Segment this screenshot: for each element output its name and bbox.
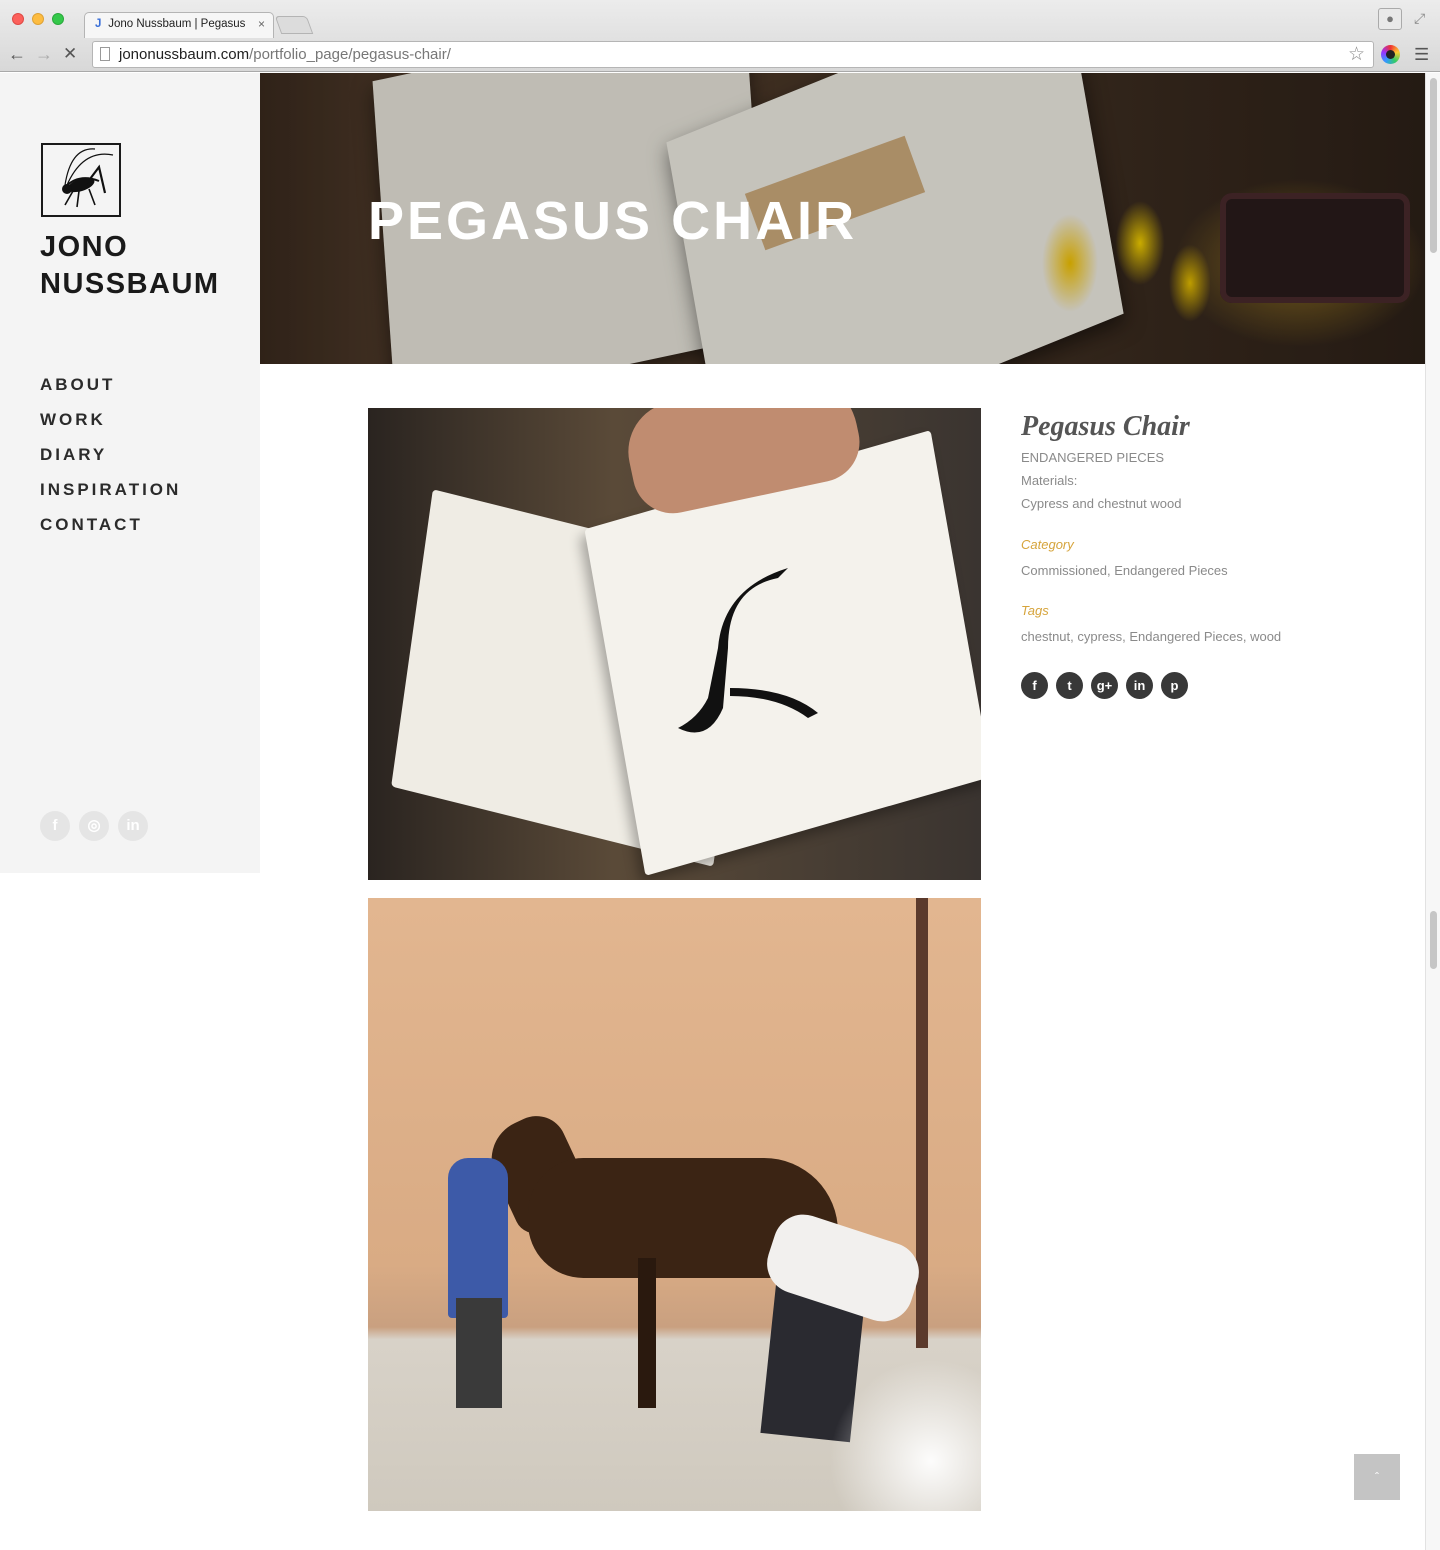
close-window-button[interactable]: [12, 13, 24, 25]
chair-sketch: [678, 568, 818, 733]
logo-line-1: JONO: [40, 231, 129, 263]
pinterest-icon[interactable]: p: [1161, 672, 1188, 699]
scrollbar[interactable]: [1425, 73, 1440, 1550]
category-value[interactable]: Commissioned, Endangered Pieces: [1021, 561, 1381, 581]
facebook-icon[interactable]: f: [40, 811, 70, 841]
materials-value: Cypress and chestnut wood: [1021, 496, 1182, 511]
sidebar: JONO NUSSBAUM ABOUT WORK DIARY INSPIRATI…: [0, 73, 260, 873]
linkedin-icon[interactable]: in: [1126, 672, 1153, 699]
project-info: Pegasus Chair ENDANGERED PIECES Material…: [1021, 408, 1381, 700]
twitter-icon[interactable]: t: [1056, 672, 1083, 699]
back-arrow-icon[interactable]: ←: [8, 43, 26, 65]
share-icons: f t g+ in p: [1021, 672, 1381, 700]
horse-photo[interactable]: [368, 898, 981, 1511]
tab-close-icon[interactable]: ×: [258, 17, 265, 31]
fullscreen-icon[interactable]: ⤢: [1414, 10, 1425, 27]
instagram-icon[interactable]: ◎: [79, 811, 109, 841]
page-title: PEGASUS CHAIR: [368, 191, 858, 251]
sidebar-social-links: f ◎ in: [40, 811, 157, 841]
back-to-top-button[interactable]: ˆ: [1354, 1454, 1400, 1500]
scrollbar-thumb[interactable]: [1430, 78, 1437, 253]
google-plus-icon[interactable]: g+: [1091, 672, 1118, 699]
sketchbook-photo[interactable]: [368, 408, 981, 880]
stop-icon[interactable]: ✕: [63, 43, 77, 65]
project-title: Pegasus Chair: [1021, 411, 1190, 442]
nav-item-about[interactable]: ABOUT: [40, 375, 181, 410]
url-domain: jononussbaum.com: [119, 46, 250, 63]
scrollbar-thumb-secondary[interactable]: [1430, 911, 1437, 969]
new-tab-button[interactable]: [274, 16, 314, 34]
browser-chrome: J Jono Nussbaum | Pegasus × ● ⤢ ← → ✕ jo…: [0, 0, 1440, 72]
favicon-icon: J: [95, 18, 102, 30]
nav-item-inspiration[interactable]: INSPIRATION: [40, 480, 181, 515]
extension-icon[interactable]: [1381, 45, 1400, 64]
tags-label: Tags: [1021, 603, 1049, 618]
page-content: JONO NUSSBAUM ABOUT WORK DIARY INSPIRATI…: [0, 73, 1440, 1550]
profile-icon[interactable]: ●: [1378, 8, 1402, 30]
linkedin-icon[interactable]: in: [118, 811, 148, 841]
facebook-icon[interactable]: f: [1021, 672, 1048, 699]
tab-title: Jono Nussbaum | Pegasus: [108, 18, 245, 30]
nav-item-diary[interactable]: DIARY: [40, 445, 181, 480]
category-label: Category: [1021, 537, 1074, 552]
nav-item-contact[interactable]: CONTACT: [40, 515, 181, 550]
forward-arrow-icon[interactable]: →: [35, 43, 53, 65]
url-path: /portfolio_page/pegasus-chair/: [249, 46, 451, 63]
star-icon[interactable]: ☆: [1348, 43, 1365, 66]
browser-tab[interactable]: J Jono Nussbaum | Pegasus ×: [84, 12, 274, 38]
hero-banner: PEGASUS CHAIR: [260, 73, 1425, 364]
page-icon: [100, 47, 110, 61]
site-logo-text[interactable]: JONO NUSSBAUM: [40, 229, 220, 303]
materials-label: Materials:: [1021, 473, 1078, 488]
address-bar[interactable]: jononussbaum.com/portfolio_page/pegasus-…: [92, 41, 1374, 68]
url-text[interactable]: jononussbaum.com/portfolio_page/pegasus-…: [119, 46, 451, 63]
zoom-window-button[interactable]: [52, 13, 64, 25]
menu-icon[interactable]: ☰: [1414, 45, 1429, 65]
nav-item-work[interactable]: WORK: [40, 410, 181, 445]
logo-line-2: NUSSBAUM: [40, 268, 220, 300]
main-nav: ABOUT WORK DIARY INSPIRATION CONTACT: [40, 375, 181, 550]
cricket-logo-icon[interactable]: [41, 143, 121, 217]
tags-value[interactable]: chestnut, cypress, Endangered Pieces, wo…: [1021, 627, 1381, 647]
minimize-window-button[interactable]: [32, 13, 44, 25]
project-collection: ENDANGERED PIECES: [1021, 450, 1165, 465]
